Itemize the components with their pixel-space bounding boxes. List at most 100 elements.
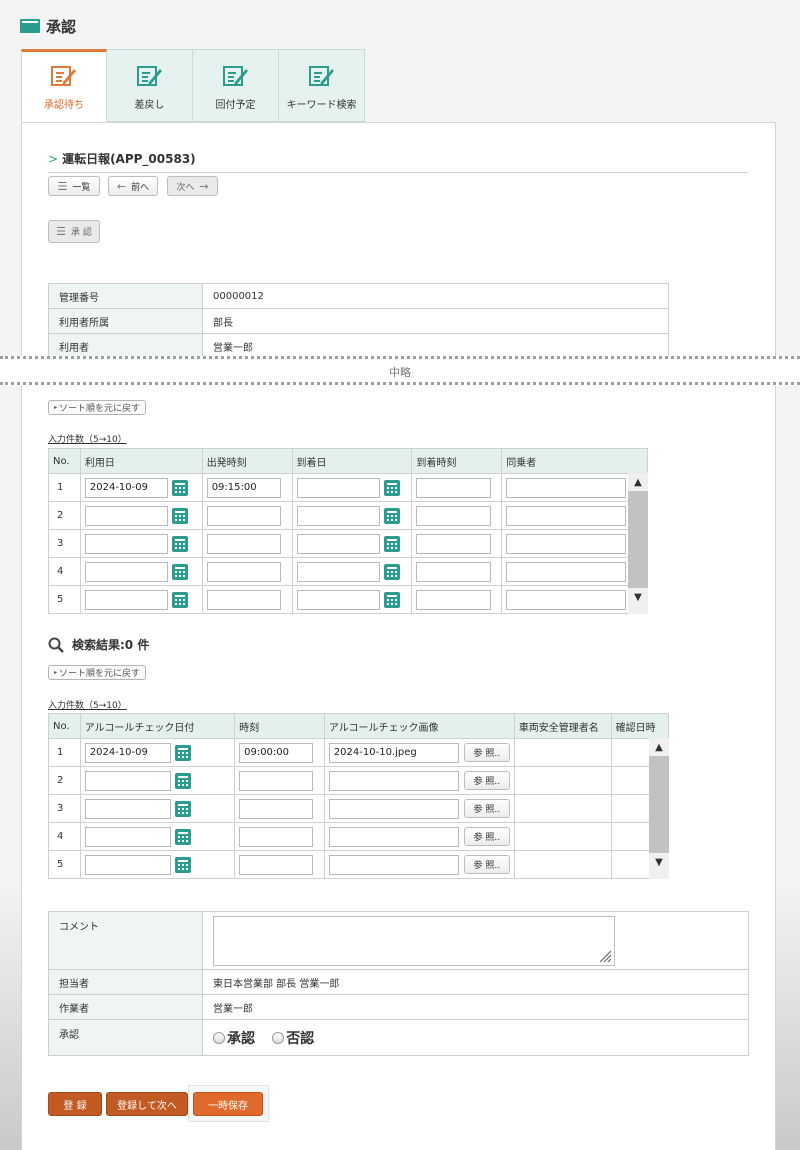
companion-input[interactable] — [506, 505, 627, 526]
scroll-down-icon[interactable]: ▼ — [628, 588, 648, 606]
grid-header-row: No. 利用日 出発時刻 到着日 到着時刻 同乗者 — [48, 448, 648, 474]
check-date-input[interactable] — [84, 770, 171, 791]
arrive-date-input[interactable] — [296, 477, 380, 498]
depart-time-input[interactable] — [206, 561, 281, 582]
form-row-owner: 担当者 東日本営業部 部長 営業一郎 — [48, 969, 749, 995]
next-button[interactable]: 次へ → — [167, 176, 218, 196]
use-date-input[interactable] — [84, 505, 168, 526]
arrive-time-input[interactable] — [416, 561, 492, 582]
scroll-up-icon[interactable]: ▲ — [628, 473, 648, 491]
temp-save-button[interactable]: 一時保存 — [193, 1092, 263, 1116]
use-date-input[interactable] — [84, 589, 168, 610]
scroll-up-icon[interactable]: ▲ — [649, 738, 669, 756]
companion-input[interactable] — [506, 561, 627, 582]
table-row: 4 参 照.. — [48, 822, 669, 851]
calendar-icon[interactable] — [171, 563, 188, 580]
calendar-icon[interactable] — [174, 800, 191, 817]
calendar-icon[interactable] — [383, 563, 400, 580]
tab-pending[interactable]: 承認待ち — [21, 49, 107, 122]
sort-reset-label: ソート順を元に戻す — [59, 669, 141, 679]
image-file-input[interactable] — [328, 798, 459, 819]
calendar-icon[interactable] — [171, 479, 188, 496]
depart-time-input[interactable] — [206, 505, 281, 526]
use-date-input[interactable] — [84, 561, 168, 582]
depart-time-input[interactable] — [206, 589, 281, 610]
image-file-input[interactable] — [328, 826, 459, 847]
calendar-icon[interactable] — [383, 479, 400, 496]
image-file-input[interactable]: 2024-10-10.jpeg — [328, 742, 459, 763]
arrive-time-input[interactable] — [416, 533, 492, 554]
browse-button[interactable]: 参 照.. — [463, 743, 510, 762]
arrive-date-input[interactable] — [296, 505, 380, 526]
arrive-time-input[interactable] — [416, 505, 492, 526]
sort-reset-button[interactable]: ▸ ソート順を元に戻す — [48, 400, 147, 415]
browse-button[interactable]: 参 照.. — [463, 855, 510, 874]
arrive-date-input[interactable] — [296, 561, 380, 582]
image-file-input[interactable] — [328, 854, 459, 875]
check-date-input[interactable] — [84, 798, 171, 819]
image-file-input[interactable] — [328, 770, 459, 791]
use-date-input[interactable] — [84, 533, 168, 554]
window-icon — [20, 19, 40, 33]
calendar-icon[interactable] — [171, 507, 188, 524]
tab-keyword-search[interactable]: キーワード検索 — [279, 49, 365, 122]
reject-radio[interactable]: 否認 — [272, 1028, 314, 1048]
arrive-date-input[interactable] — [296, 589, 380, 610]
calendar-icon[interactable] — [174, 828, 191, 845]
calendar-icon[interactable] — [383, 591, 400, 608]
arrive-time-input[interactable] — [416, 589, 492, 610]
browse-button[interactable]: 参 照.. — [463, 827, 510, 846]
radio-circle — [272, 1031, 285, 1044]
check-date-input[interactable] — [84, 854, 171, 875]
calendar-icon[interactable] — [174, 856, 191, 873]
row-count-link[interactable]: 入力件数（5→10） — [48, 432, 127, 445]
prev-button[interactable]: ← 前へ — [108, 176, 158, 196]
resize-handle-icon[interactable] — [598, 949, 612, 963]
scroll-down-icon[interactable]: ▼ — [649, 853, 669, 871]
scroll-thumb[interactable] — [628, 491, 648, 588]
depart-time-input[interactable] — [206, 533, 281, 554]
calendar-icon[interactable] — [383, 535, 400, 552]
tab-scheduled[interactable]: 回付予定 — [193, 49, 279, 122]
check-time-input[interactable] — [239, 798, 314, 819]
approve-radio[interactable]: 承認 — [213, 1028, 255, 1048]
register-next-button[interactable]: 登録して次へ — [106, 1092, 188, 1116]
tab-returned[interactable]: 差戻し — [107, 49, 193, 122]
trip-grid-scrollbar[interactable]: ▲ ▼ — [628, 473, 648, 614]
check-date-input[interactable] — [84, 826, 171, 847]
register-button[interactable]: 登 録 — [48, 1092, 102, 1116]
check-time-input[interactable] — [239, 854, 314, 875]
use-date-input[interactable]: 2024-10-09 — [84, 477, 168, 498]
browse-button[interactable]: 参 照.. — [463, 799, 510, 818]
col-depart-time: 出発時刻 — [201, 448, 293, 474]
companion-input[interactable] — [506, 589, 627, 610]
col-check-time: 時刻 — [234, 713, 325, 739]
depart-time-input[interactable]: 09:15:00 — [206, 477, 281, 498]
row-count-link[interactable]: 入力件数（5→10） — [48, 698, 127, 711]
check-date-input[interactable]: 2024-10-09 — [84, 742, 171, 763]
alcohol-grid-scrollbar[interactable]: ▲ ▼ — [649, 738, 669, 879]
arrow-right-icon: → — [199, 179, 209, 193]
browse-button[interactable]: 参 照.. — [463, 771, 510, 790]
list-button[interactable]: ☰ 一覧 — [48, 176, 100, 196]
calendar-icon[interactable] — [383, 507, 400, 524]
comment-textarea[interactable] — [213, 915, 615, 966]
approve-button[interactable]: ☰ 承 認 — [48, 220, 100, 243]
check-time-input[interactable]: 09:00:00 — [239, 742, 314, 763]
calendar-icon[interactable] — [174, 772, 191, 789]
calendar-icon[interactable] — [174, 744, 191, 761]
arrive-date-input[interactable] — [296, 533, 380, 554]
calendar-icon[interactable] — [171, 591, 188, 608]
calendar-icon[interactable] — [171, 535, 188, 552]
check-time-input[interactable] — [239, 826, 314, 847]
sort-reset-button[interactable]: ▸ ソート順を元に戻す — [48, 665, 147, 680]
check-time-input[interactable] — [239, 770, 314, 791]
companion-input[interactable] — [506, 533, 627, 554]
arrive-time-input[interactable] — [416, 477, 492, 498]
tab-label: 差戻し — [134, 100, 165, 111]
companion-input[interactable] — [506, 477, 627, 498]
tab-label: 承認待ち — [44, 100, 84, 111]
scroll-thumb[interactable] — [649, 756, 669, 853]
approval-label: 承認 — [48, 1019, 203, 1056]
approve-radio-label: 承認 — [227, 1030, 255, 1047]
